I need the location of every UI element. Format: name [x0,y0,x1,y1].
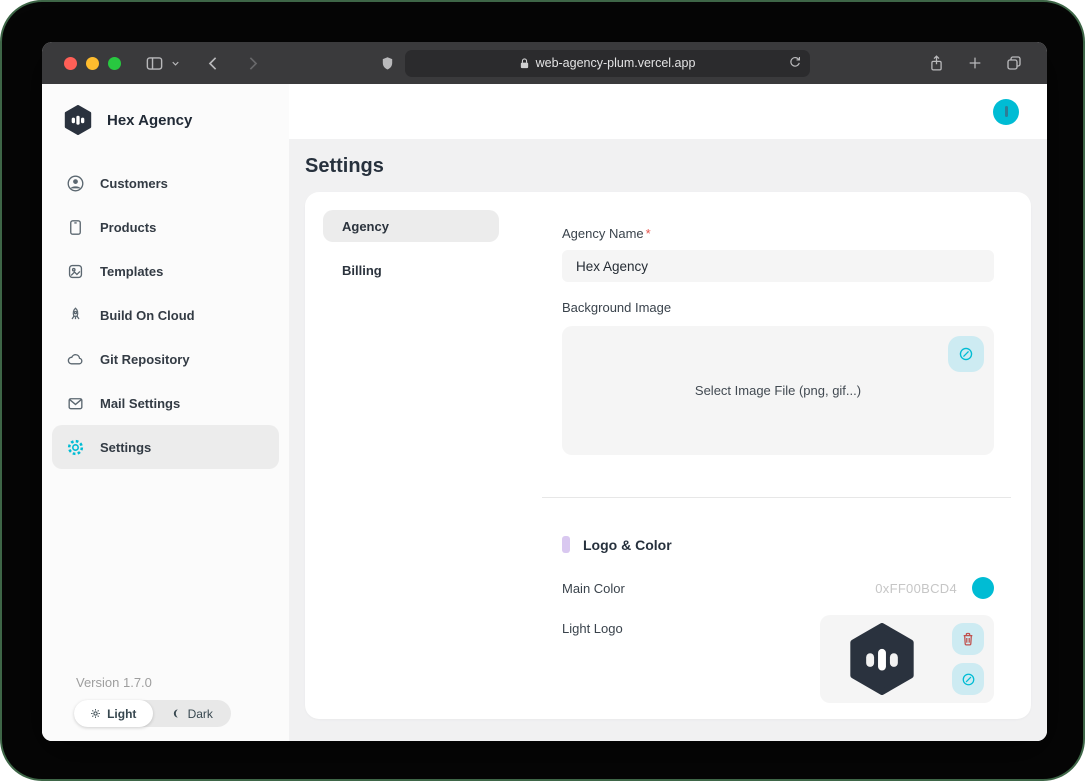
brand-name: Hex Agency [107,112,192,129]
edit-icon [960,671,977,688]
upload-hint: Select Image File (png, gif...) [695,383,861,398]
main-content: Settings Agency Billing Agency Name* Bac… [289,139,1047,741]
reload-icon[interactable] [788,55,802,69]
image-icon [66,262,85,281]
sidebar-item-products[interactable]: Products [52,205,279,249]
user-avatar[interactable] [993,99,1019,125]
main-color-value: 0xFF00BCD4 [875,581,957,596]
tab-agency[interactable]: Agency [323,210,499,242]
background-image-upload-area[interactable]: Select Image File (png, gif...) [562,326,994,455]
sidebar-toggle-icon[interactable] [145,54,164,73]
zoom-window-button[interactable] [108,57,121,70]
main-color-label: Main Color [562,581,625,596]
sidebar-item-settings[interactable]: Settings [52,425,279,469]
share-icon[interactable] [928,54,945,73]
section-accent-bar [562,536,570,553]
background-image-edit-button[interactable] [948,336,984,372]
hex-agency-logo-icon [63,105,93,135]
page-title: Settings [305,155,1031,178]
settings-card: Agency Billing Agency Name* Background I… [305,192,1031,719]
sun-icon [90,708,101,719]
main-color-swatch[interactable] [972,577,994,599]
sidebar-item-git-repository[interactable]: Git Repository [52,337,279,381]
section-divider [542,497,1011,498]
forward-button-icon [244,55,261,72]
light-logo-preview [820,615,994,703]
gear-icon [66,438,85,457]
sidebar-item-label: Settings [100,440,151,455]
sidebar-item-customers[interactable]: Customers [52,161,279,205]
light-logo-image [846,623,918,695]
avatar-glyph [1005,106,1008,117]
sidebar-item-label: Templates [100,264,163,279]
sidebar-item-label: Mail Settings [100,396,180,411]
mail-icon [66,394,85,413]
logo-color-section-header: Logo & Color [562,536,994,553]
sidebar-item-label: Git Repository [100,352,190,367]
main-color-row: Main Color 0xFF00BCD4 [562,577,994,599]
rocket-icon [66,306,85,325]
app-header [289,84,1047,139]
sidebar-item-label: Customers [100,176,168,191]
sidebar-item-build-on-cloud[interactable]: Build On Cloud [52,293,279,337]
background-image-label: Background Image [562,300,994,315]
agency-form: Agency Name* Background Image Select Ima… [562,210,994,701]
url-text: web-agency-plum.vercel.app [536,56,696,70]
device-frame: web-agency-plum.vercel.app [0,0,1085,781]
app-sidebar: Hex Agency Customers Products [42,84,289,741]
new-tab-icon[interactable] [967,55,983,71]
theme-dark-option[interactable]: Dark [153,700,232,727]
theme-dark-label: Dark [188,707,213,721]
theme-light-option[interactable]: Light [74,700,153,727]
cloud-icon [66,350,85,369]
browser-titlebar: web-agency-plum.vercel.app [42,42,1047,84]
theme-toggle: Light Dark [74,700,231,727]
chevron-down-icon[interactable] [170,58,181,69]
minimize-window-button[interactable] [86,57,99,70]
sidebar-item-mail-settings[interactable]: Mail Settings [52,381,279,425]
agency-name-label: Agency Name* [562,226,994,241]
moon-icon [171,708,182,719]
browser-window: web-agency-plum.vercel.app [42,42,1047,741]
back-button-icon[interactable] [205,55,222,72]
settings-tabs: Agency Billing [323,210,499,701]
lock-icon [519,57,530,70]
light-logo-edit-button[interactable] [952,663,984,695]
light-logo-delete-button[interactable] [952,623,984,655]
light-logo-label: Light Logo [562,621,623,636]
brand: Hex Agency [42,84,289,135]
light-logo-row: Light Logo [562,615,994,703]
traffic-lights [64,57,121,70]
person-icon [66,174,85,193]
tab-billing[interactable]: Billing [323,254,499,286]
sidebar-item-templates[interactable]: Templates [52,249,279,293]
required-asterisk: * [646,226,651,241]
section-title: Logo & Color [583,537,672,553]
theme-light-label: Light [107,707,136,721]
device-icon [66,218,85,237]
privacy-shield-icon[interactable] [380,55,395,72]
close-window-button[interactable] [64,57,77,70]
trash-icon [960,631,976,647]
address-bar[interactable]: web-agency-plum.vercel.app [405,50,810,77]
app-version: Version 1.7.0 [76,675,289,690]
sidebar-item-label: Build On Cloud [100,308,195,323]
sidebar-item-label: Products [100,220,156,235]
tab-overview-icon[interactable] [1005,54,1023,72]
edit-icon [957,345,975,363]
agency-name-input[interactable] [562,250,994,282]
sidebar-nav: Customers Products Templates [52,161,279,469]
